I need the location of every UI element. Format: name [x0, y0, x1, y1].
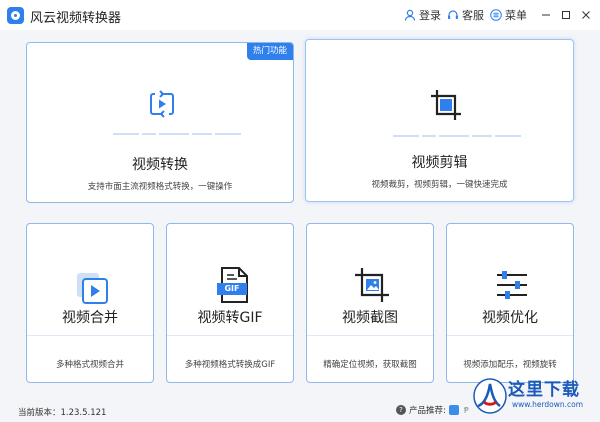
menu-button[interactable]: 菜单 [490, 7, 527, 23]
video-merge-icon [74, 270, 110, 310]
card-description: 精确定位视频，获取截图 [323, 360, 417, 370]
gif-label: GIF [224, 284, 240, 293]
card-description: 视频添加配乐，视频旋转 [463, 360, 557, 370]
video-to-gif-card[interactable]: GIF 视频转GIF 多种视频格式转换成GIF [166, 223, 294, 383]
card-description: 多种格式视频合并 [55, 360, 124, 370]
app-window: 风云视频转换器 登录 客服 菜单 热门功能 视频转换 支持市面主流视频格式转换，… [0, 0, 600, 422]
video-merge-card[interactable]: 视频合并 多种格式视频合并 [26, 223, 154, 383]
version-label: 当前版本：1.23.5.121 [18, 408, 107, 418]
watermark-text: 这里下载 [508, 380, 580, 400]
product-recommend: ? 产品推荐: Ᵽ [396, 404, 469, 416]
video-optimize-card[interactable]: 视频优化 视频添加配乐，视频旋转 [446, 223, 574, 383]
minimize-button[interactable] [536, 5, 556, 25]
decorative-underline [393, 135, 521, 137]
decorative-underline [113, 133, 241, 135]
card-title: 视频截图 [342, 310, 398, 326]
divider [27, 335, 153, 336]
minimize-icon [542, 14, 550, 16]
card-description: 支持市面主流视频格式转换，一键操作 [87, 182, 233, 192]
title-bar: 风云视频转换器 登录 客服 菜单 [0, 0, 600, 30]
login-label: 登录 [419, 9, 441, 22]
card-description: 视频裁剪，视频剪辑，一键快速完成 [371, 180, 508, 190]
recommend-label: 产品推荐: [409, 406, 446, 416]
site-watermark: 这里下载 www.herdown.com [462, 370, 600, 422]
image-crop-icon [353, 266, 391, 308]
gif-file-icon: GIF [217, 266, 251, 308]
help-icon: ? [396, 405, 406, 415]
menu-icon [490, 9, 502, 21]
card-description: 多种视频格式转换成GIF [184, 360, 276, 370]
video-convert-icon [147, 89, 177, 123]
card-title: 视频合并 [62, 310, 118, 326]
video-convert-card[interactable]: 热门功能 视频转换 支持市面主流视频格式转换，一键操作 [26, 42, 294, 203]
app-logo-icon [7, 7, 24, 24]
close-icon [582, 11, 590, 19]
video-edit-card[interactable]: 视频剪辑 视频裁剪，视频剪辑，一键快速完成 [305, 39, 574, 202]
user-icon [404, 9, 416, 21]
card-title: 视频转换 [132, 157, 188, 173]
card-title: 视频剪辑 [411, 155, 468, 171]
recommended-app-icon[interactable] [448, 405, 459, 415]
divider [447, 335, 573, 336]
maximize-icon [562, 11, 570, 19]
login-button[interactable]: 登录 [404, 7, 441, 23]
watermark-logo-icon [473, 378, 507, 414]
close-button[interactable] [576, 5, 596, 25]
sliders-icon [495, 268, 529, 306]
divider [307, 335, 433, 336]
app-title: 风云视频转换器 [30, 11, 122, 26]
divider [167, 335, 293, 336]
service-label: 客服 [462, 9, 484, 22]
watermark-url: www.herdown.com [512, 400, 584, 409]
hot-feature-badge: 热门功能 [246, 43, 293, 60]
crop-icon [429, 88, 463, 126]
maximize-button[interactable] [556, 5, 576, 25]
video-screenshot-card[interactable]: 视频截图 精确定位视频，获取截图 [306, 223, 434, 383]
card-title: 视频转GIF [197, 310, 263, 326]
menu-label: 菜单 [505, 9, 527, 22]
card-title: 视频优化 [482, 310, 538, 326]
service-button[interactable]: 客服 [447, 7, 484, 23]
headset-icon [448, 10, 458, 19]
